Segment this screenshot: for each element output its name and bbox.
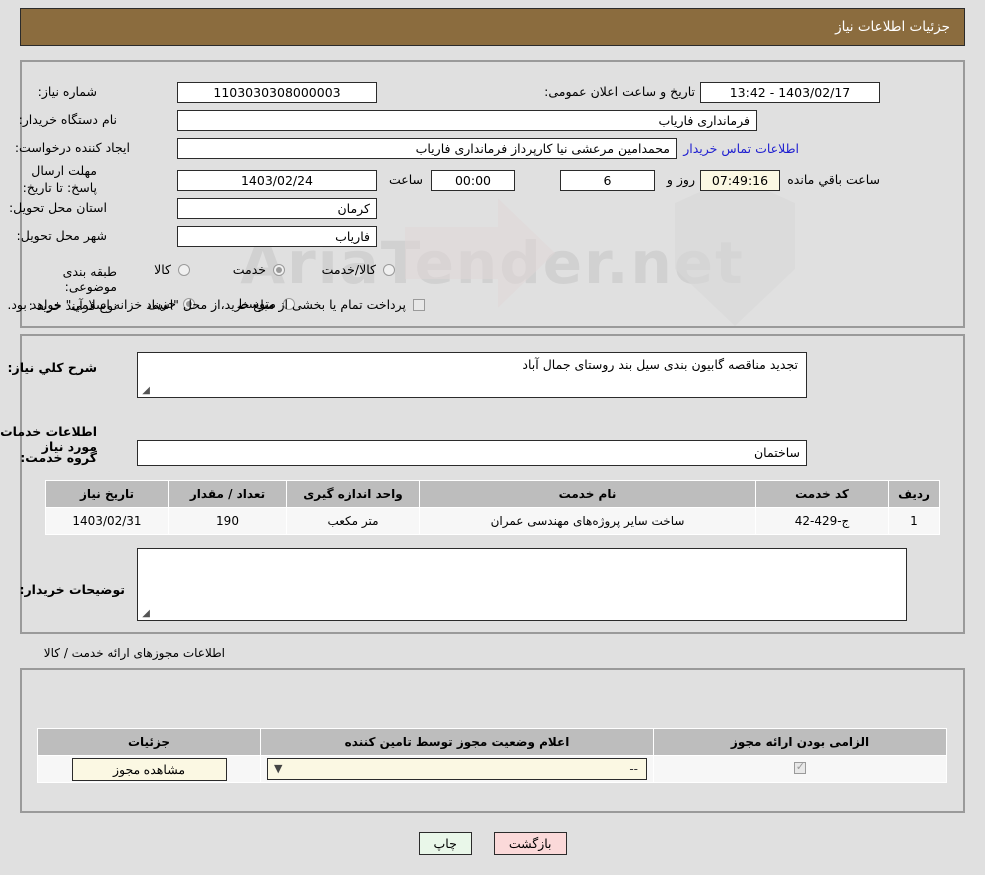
chevron-down-icon: ▼	[274, 762, 283, 775]
remaining-time-label: ساعت باقي مانده	[787, 172, 880, 187]
need-description-label: شرح کلي نیاز:	[7, 360, 97, 375]
subject-category-option-2[interactable]: کالا/خدمت	[312, 262, 395, 277]
cell-license-details: مشاهده مجوز	[37, 755, 261, 783]
remaining-days-label: روز و	[666, 172, 695, 187]
th-service-name: نام خدمت	[419, 480, 756, 508]
services-table: ردیف کد خدمت نام خدمت واحد اندازه گیری ت…	[45, 480, 940, 535]
radio-goods[interactable]	[178, 263, 190, 276]
need-description-textarea[interactable]: تجدید مناقصه گابیون بندی سیل بند روستای …	[137, 352, 807, 398]
th-service-code: کد خدمت	[755, 480, 889, 508]
licenses-table: الزامی بودن ارائه مجوز اعلام وضعیت مجوز …	[37, 728, 947, 783]
radio-service[interactable]	[273, 263, 285, 276]
service-group-label: گروه خدمت:	[20, 450, 97, 465]
buyer-notes-label: توضیحات خریدار:	[19, 582, 125, 597]
cell-service-code: ج-429-42	[755, 507, 889, 535]
license-status-value: --	[629, 762, 638, 776]
table-row: ▼ -- مشاهده مجوز	[37, 755, 947, 783]
cell-license-status: ▼ --	[260, 755, 654, 783]
cell-quantity: 190	[168, 507, 287, 535]
th-row-number: ردیف	[888, 480, 940, 508]
th-quantity: تعداد / مقدار	[168, 480, 287, 508]
view-license-button[interactable]: مشاهده مجوز	[71, 757, 227, 781]
print-button[interactable]: چاپ	[418, 832, 472, 855]
delivery-city-label: شهر محل تحویل:	[16, 228, 107, 243]
radio-goods-service[interactable]	[383, 263, 395, 276]
request-creator-label: ایجاد کننده درخواست:	[14, 140, 130, 155]
cell-row-number: 1	[888, 507, 940, 535]
license-status-select[interactable]: ▼ --	[267, 758, 647, 780]
resize-grip-icon[interactable]: ◢	[140, 609, 150, 619]
public-announce-label: تاریخ و ساعت اعلان عمومی:	[544, 84, 695, 99]
page-title: جزئیات اطلاعات نیاز	[835, 19, 950, 35]
need-number-label: شماره نیاز:	[37, 84, 97, 99]
subject-category-option-1[interactable]: خدمت	[223, 262, 285, 277]
need-details-page: جزئیات اطلاعات نیاز AriaTender.net شماره…	[0, 0, 985, 875]
licenses-table-header-row: الزامی بودن ارائه مجوز اعلام وضعیت مجوز …	[37, 728, 947, 756]
radio-goods-service-label: کالا/خدمت	[321, 262, 376, 277]
cell-license-required	[653, 755, 947, 783]
buyer-org-label: نام دستگاه خریدار:	[18, 112, 117, 127]
treasury-payment-checkbox[interactable]	[413, 298, 425, 311]
th-license-details: جزئیات	[37, 728, 261, 756]
page-header-bar: جزئیات اطلاعات نیاز	[20, 8, 965, 46]
top-info-panel	[20, 60, 965, 328]
footer-button-row: بازگشت چاپ	[0, 832, 985, 855]
treasury-payment-note: پرداخت تمام یا بخشی از مبلغ خرید،از محل …	[7, 297, 406, 312]
subject-category-option-0[interactable]: کالا	[144, 262, 190, 277]
th-need-date: تاریخ نیاز	[45, 480, 169, 508]
license-required-checkbox	[794, 760, 806, 774]
back-button[interactable]: بازگشت	[493, 832, 567, 855]
th-license-status: اعلام وضعیت مجوز توسط تامین کننده	[260, 728, 654, 756]
buyer-contact-link[interactable]: اطلاعات تماس خریدار	[683, 141, 799, 156]
licenses-section-label: اطلاعات مجوزهای ارائه خدمت / کالا	[43, 646, 225, 660]
resize-grip-icon[interactable]: ◢	[140, 386, 150, 396]
radio-service-label: خدمت	[232, 262, 266, 277]
treasury-payment-option[interactable]: پرداخت تمام یا بخشی از مبلغ خرید،از محل …	[7, 297, 425, 312]
subject-category-label: طبقه بندی موضوعی:	[62, 264, 117, 294]
buyer-notes-textarea[interactable]: ◢	[137, 548, 907, 621]
services-table-header-row: ردیف کد خدمت نام خدمت واحد اندازه گیری ت…	[45, 480, 940, 508]
need-description-text: تجدید مناقصه گابیون بندی سیل بند روستای …	[522, 357, 798, 372]
cell-need-date: 1403/02/31	[45, 507, 169, 535]
response-deadline-label: مهلت ارسال پاسخ: تا تاریخ:	[22, 163, 97, 195]
th-unit: واحد اندازه گیری	[286, 480, 420, 508]
radio-goods-label: کالا	[154, 262, 171, 277]
deadline-hour-label: ساعت	[388, 172, 423, 187]
table-row: 1 ج-429-42 ساخت سایر پروژه‌های مهندسی عم…	[45, 507, 940, 535]
cell-service-name: ساخت سایر پروژه‌های مهندسی عمران	[419, 507, 756, 535]
th-license-required: الزامی بودن ارائه مجوز	[653, 728, 947, 756]
delivery-province-label: استان محل تحویل:	[8, 200, 107, 215]
cell-unit: متر مکعب	[286, 507, 420, 535]
